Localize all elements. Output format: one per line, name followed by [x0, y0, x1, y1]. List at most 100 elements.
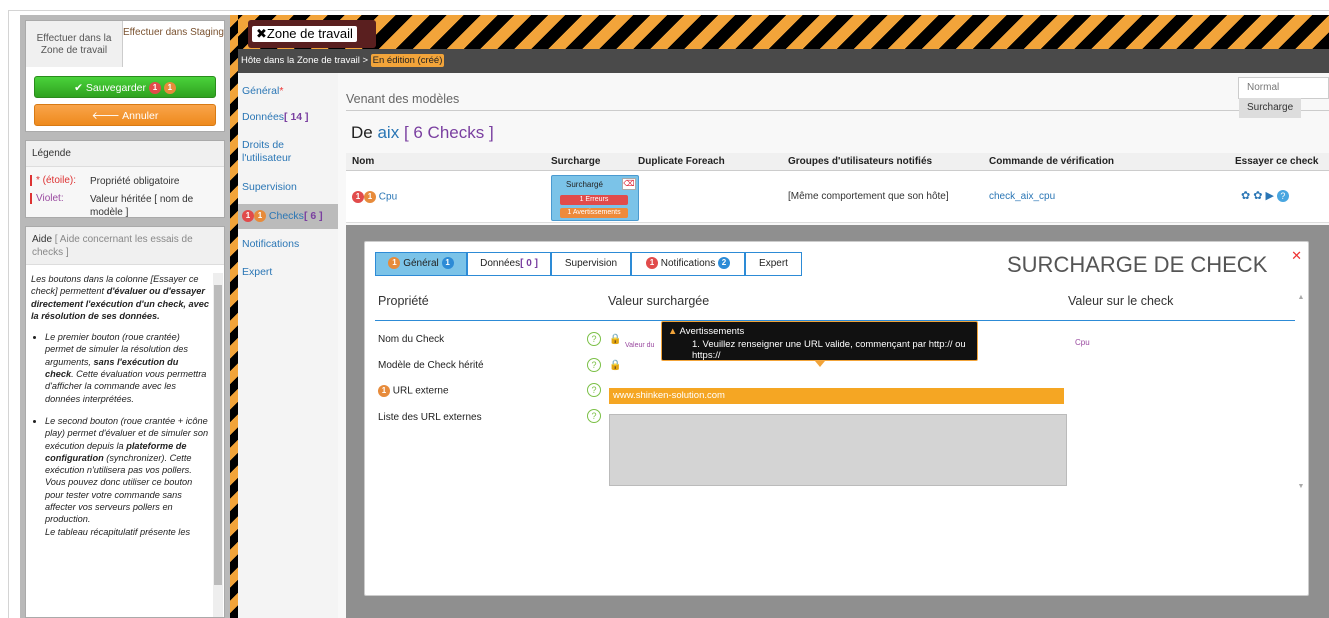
mode-toggle[interactable]: NormalSurcharge [1238, 77, 1329, 118]
hazard-stripe-left [230, 15, 238, 618]
nav-supervision[interactable]: Supervision [242, 181, 297, 194]
hazard-stripe-top [238, 15, 1329, 49]
modal-title: SURCHARGE DE CHECK [1007, 252, 1268, 277]
legend-title: Légende [26, 141, 224, 167]
tab-general[interactable]: 1 Général 1 [375, 252, 467, 276]
tab-donnees[interactable]: Données[ 0 ] [467, 252, 551, 276]
help-subtitle: [ Aide concernant les essais de checks ] [32, 234, 193, 258]
help-scrollbar[interactable] [213, 273, 223, 617]
col-command: Commande de vérification [989, 156, 1115, 167]
from-models-heading: Venant des modèles [346, 89, 1329, 111]
header-override-value: Valeur surchargée [608, 294, 710, 308]
modal-scrollbar[interactable]: ▲ ▼ [1295, 294, 1307, 590]
col-duplicate: Duplicate Foreach [638, 156, 725, 167]
close-icon[interactable]: ✕ [1291, 248, 1302, 264]
lock-icon: 🔒 [609, 360, 622, 371]
save-button[interactable]: ✔ Sauvegarder 1 1 [34, 76, 216, 98]
header-property: Propriété [378, 294, 429, 308]
field-label-inherited-model: Modèle de Check hérité [378, 360, 484, 371]
nav-checks[interactable]: 11 Checks[ 6 ] [238, 204, 338, 229]
help-intro: Les boutons dans la colonne [Essayer ce … [31, 274, 209, 321]
tab-expert[interactable]: Expert [745, 252, 802, 276]
tab-notifications[interactable]: 1 Notifications 2 [631, 252, 745, 276]
check-icon: ✔ [74, 82, 83, 94]
tooltip-message: 1. Veuillez renseigner une URL valide, c… [692, 339, 966, 361]
url-input[interactable]: www.shinken-solution.com [609, 388, 1064, 404]
help-icon[interactable]: ? [587, 332, 601, 346]
left-sidebar: Effectuer dans la Zone de travail Effect… [20, 15, 230, 618]
legend-value: Propriété obligatoire [90, 176, 180, 187]
help-title-text: Aide [32, 234, 53, 245]
lock-icon: 🔒 [609, 334, 622, 345]
actions-panel: Effectuer dans la Zone de travail Effect… [25, 20, 225, 132]
edit-state-badge: En édition (créé) [370, 54, 445, 67]
warning-icon: ▲ [668, 326, 678, 337]
nav-general[interactable]: Général* [242, 85, 283, 98]
inherited-hint: Valeur du [625, 342, 655, 349]
legend-value: Valeur héritée [ nom de modèle ] [90, 194, 194, 218]
mode-surcharge[interactable]: Surcharge [1239, 98, 1302, 118]
cancel-button[interactable]: 🡐 Annuler [34, 104, 216, 126]
field-label-url-list: Liste des URL externes [378, 412, 482, 423]
help-icon[interactable]: ? [587, 358, 601, 372]
url-list-textarea[interactable] [609, 414, 1067, 486]
check-override-modal: ✕ SURCHARGE DE CHECK 1 Général 1 Données… [364, 241, 1309, 596]
save-button-label: Sauvegarder [85, 82, 146, 94]
zone-header: ✖Zone de travail [248, 20, 376, 48]
help-icon[interactable]: ? [587, 409, 601, 423]
legend-key-star: * (étoile): [30, 175, 86, 186]
play-icon[interactable]: ▶ [1265, 190, 1276, 202]
tools-icon: ✖ [256, 26, 267, 41]
col-groups: Groupes d'utilisateurs notifiés [788, 156, 933, 167]
warning-badge: 1 [254, 210, 266, 223]
help-icon[interactable]: ? [1276, 190, 1289, 202]
nav-donnees[interactable]: Données[ 14 ] [242, 111, 309, 124]
tab-staging[interactable]: Effectuer dans Staging [123, 21, 224, 67]
field-label-url: 1 URL externe [378, 385, 449, 397]
target-tabs: Effectuer dans la Zone de travail Effect… [26, 21, 224, 67]
checks-table-header: Nom Surcharge Duplicate Foreach Groupes … [346, 153, 1329, 171]
help-bullet: Le premier bouton (roue crantée) permet … [45, 331, 209, 405]
row-groups: [Même comportement que son hôte] [788, 191, 949, 202]
col-surcharge: Surcharge [551, 156, 601, 167]
surcharge-status[interactable]: Surchargé ⌫ 1 Erreurs 1 Avertissements [551, 175, 639, 221]
try-check-icons: ✿✿▶? [1241, 189, 1289, 202]
tab-zone-de-travail[interactable]: Effectuer dans la Zone de travail [26, 21, 123, 67]
nav-expert[interactable]: Expert [242, 266, 272, 279]
check-name-link[interactable]: 11 Cpu [352, 191, 397, 203]
col-try: Essayer ce check [1235, 156, 1319, 167]
error-count-badge: 1 [148, 82, 161, 95]
help-scroll-thumb[interactable] [214, 285, 222, 585]
nav-droits[interactable]: Droits de l'utilisateur [242, 139, 322, 165]
nav-notifications[interactable]: Notifications [242, 238, 299, 251]
col-nom: Nom [352, 156, 375, 167]
breadcrumb: Hôte dans la Zone de travail > En éditio… [241, 54, 445, 67]
cancel-button-label: Annuler [122, 110, 159, 122]
legend-key-violet: Violet: [30, 193, 86, 204]
check-name-value: Cpu [1075, 338, 1090, 347]
element-nav: Général* Données[ 14 ] Droits de l'utili… [238, 73, 338, 618]
tab-supervision[interactable]: Supervision [551, 252, 631, 276]
help-icon[interactable]: ? [587, 383, 601, 397]
warnings-pill: 1 Avertissements [560, 208, 628, 218]
gear-play-icon[interactable]: ✿ [1253, 190, 1265, 202]
mode-normal[interactable]: Normal [1239, 78, 1287, 98]
field-label-check-name: Nom du Check [378, 334, 445, 345]
errors-pill: 1 Erreurs [560, 195, 628, 205]
help-title: Aide [ Aide concernant les essais de che… [26, 227, 224, 265]
gear-icon[interactable]: ✿ [1241, 190, 1253, 202]
legend-panel: Légende * (étoile): Propriété obligatoir… [25, 140, 225, 218]
help-panel: Aide [ Aide concernant les essais de che… [25, 226, 225, 618]
host-link[interactable]: aix [377, 123, 399, 142]
row-command-link[interactable]: check_aix_cpu [989, 191, 1055, 202]
tooltip-arrow [815, 361, 825, 367]
help-body: Les boutons dans la colonne [Essayer ce … [31, 273, 209, 548]
eraser-icon[interactable]: ⌫ [622, 178, 636, 190]
help-bullet: Le second bouton (roue crantée + icône p… [45, 415, 209, 538]
checks-title: De aix [ 6 Checks ] [351, 123, 494, 142]
table-row[interactable]: 11 Cpu Surchargé ⌫ 1 Erreurs 1 Avertisse… [346, 171, 1329, 223]
header-check-value: Valeur sur le check [1068, 294, 1174, 308]
back-arrow-icon: 🡐 [91, 110, 120, 122]
breadcrumb-host[interactable]: Hôte dans la Zone de travail > [241, 55, 371, 66]
warning-count-badge: 1 [163, 82, 176, 95]
